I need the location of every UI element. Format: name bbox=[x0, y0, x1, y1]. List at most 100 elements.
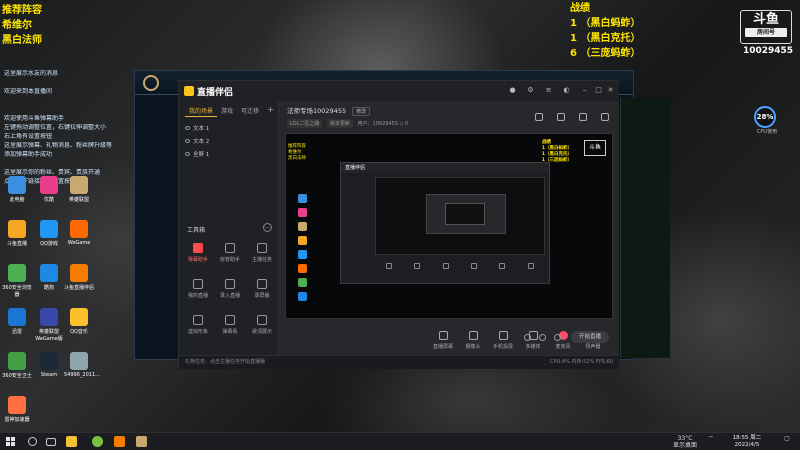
settings-icon[interactable]: ⚙ bbox=[527, 87, 534, 94]
desktop-icon-label: 优酷 bbox=[43, 197, 54, 203]
skin-icon[interactable]: ◐ bbox=[563, 87, 570, 94]
eye-icon[interactable] bbox=[185, 152, 190, 156]
search-icon[interactable] bbox=[28, 437, 37, 446]
share-icon[interactable] bbox=[557, 113, 565, 121]
video-icon[interactable] bbox=[524, 334, 531, 341]
desktop-icon[interactable]: 360安全卫士 bbox=[2, 352, 32, 379]
windows-start-icon[interactable] bbox=[6, 437, 15, 446]
gift-count: 0 bbox=[405, 121, 409, 127]
desktop-icon[interactable]: 英雄联盟WeGame版 bbox=[34, 308, 64, 342]
desktop-icon[interactable]: 雷神加速器 bbox=[2, 396, 32, 423]
edit-room-button[interactable]: 修改 bbox=[352, 107, 371, 116]
gear-icon[interactable] bbox=[554, 334, 561, 341]
cpu-usage-ring[interactable]: 28% bbox=[754, 106, 776, 128]
tools-icon[interactable] bbox=[601, 113, 609, 121]
maximize-icon[interactable]: □ bbox=[595, 87, 602, 94]
chat-line bbox=[4, 160, 132, 169]
close-icon[interactable]: ✕ bbox=[607, 87, 614, 94]
weather-temp: 33°C bbox=[677, 435, 693, 442]
tool-label: 歌词展示 bbox=[251, 329, 272, 335]
app-icon bbox=[40, 308, 58, 326]
toolbox-item[interactable]: 录入直播 bbox=[213, 279, 247, 299]
streaming-app-taskbar-icon[interactable] bbox=[114, 436, 125, 447]
phone-cast-button[interactable]: 手机投屏 bbox=[489, 331, 517, 350]
desktop-icon[interactable]: 迅雷 bbox=[2, 308, 32, 335]
app-logo-icon bbox=[184, 86, 194, 96]
start-live-button[interactable]: 开始直播 bbox=[571, 331, 609, 343]
extra-controls bbox=[524, 334, 561, 341]
lock-icon[interactable] bbox=[579, 113, 587, 121]
desktop-icon[interactable]: 360安全浏览器 bbox=[2, 264, 32, 298]
toolbox-item[interactable]: 我的直播 bbox=[181, 279, 215, 299]
chat-line: 这里展示弹幕、礼物消息、粉丝牌升级等 bbox=[4, 142, 113, 149]
record-icon[interactable] bbox=[535, 113, 543, 121]
lol-taskbar-icon[interactable] bbox=[136, 436, 147, 447]
toolbox-item[interactable]: 歌词展示 bbox=[245, 315, 279, 335]
preview-desktop-icons bbox=[288, 194, 316, 306]
category-chip[interactable]: LOL二区之路 bbox=[287, 119, 323, 128]
desktop-icon[interactable]: 英雄联盟 bbox=[64, 176, 94, 203]
notification-icon[interactable]: ▢ bbox=[780, 435, 794, 442]
desktop-icon[interactable]: 斗鱼直播伴侣 bbox=[64, 264, 94, 291]
weather-widget[interactable]: 33°C 显示桌面 bbox=[670, 435, 700, 449]
clock-time: 18:55 周二 bbox=[732, 435, 762, 441]
app-icon bbox=[8, 396, 26, 414]
nested-tool-icon bbox=[499, 263, 506, 269]
toolbox-item[interactable]: 录屏播 bbox=[245, 279, 279, 299]
app-icon bbox=[40, 352, 58, 370]
chat-line bbox=[4, 106, 132, 115]
douyu-logo-sub: 房间号 bbox=[745, 28, 787, 37]
desktop-icon[interactable]: 优酷 bbox=[34, 176, 64, 203]
desktop-icon[interactable]: 酷狗 bbox=[34, 264, 64, 291]
minimize-icon[interactable]: – bbox=[581, 87, 588, 94]
file-explorer-icon[interactable] bbox=[66, 436, 77, 447]
desktop-icon-label: WeGame bbox=[67, 240, 91, 246]
toolbox-item[interactable]: 弹幕看 bbox=[213, 315, 247, 335]
desktop-icon[interactable]: 54996_2011... bbox=[64, 352, 100, 378]
tool-icon bbox=[225, 315, 235, 325]
tool-icon bbox=[193, 279, 203, 289]
chat-line: 添加弹幕助手成功 bbox=[4, 151, 53, 158]
desktop-icon-label: 54996_2011... bbox=[64, 372, 100, 378]
preview-douyu-logo: 斗鱼 bbox=[584, 140, 606, 156]
live-preview[interactable]: 推荐阵容 希维尔 黑白法师 战绩 1（黑白蚂蚱） 1（黑白克托） 1（三庞蚂蚱）… bbox=[285, 133, 613, 319]
toolbox-item[interactable]: 虚拟形象 bbox=[181, 315, 215, 335]
app-icon bbox=[70, 352, 88, 370]
refresh-icon[interactable] bbox=[539, 334, 546, 341]
camera-source-button[interactable]: 摄像头 bbox=[459, 331, 487, 350]
more-icon[interactable]: … bbox=[263, 223, 272, 232]
browser-360-icon[interactable] bbox=[92, 436, 103, 447]
scene-item[interactable]: 全屏 1 bbox=[179, 149, 278, 162]
task-view-icon[interactable] bbox=[46, 438, 56, 446]
toolbox-item[interactable]: 主播任务 bbox=[245, 243, 279, 263]
desktop-icon[interactable]: QQ音乐 bbox=[64, 308, 94, 335]
monitor-icon bbox=[438, 331, 448, 340]
category-chip[interactable]: 版本更新 bbox=[326, 119, 353, 128]
scene-item[interactable]: 文本 1 bbox=[179, 123, 278, 136]
desktop-icon[interactable]: WeGame bbox=[64, 220, 94, 246]
avatar[interactable]: ● bbox=[509, 87, 516, 94]
streaming-app-window[interactable]: 直播伴侣 ● ⚙ ≡ ◐ – □ ✕ 我的场景 游戏 可迁移 + 文本 1 文本… bbox=[178, 80, 619, 369]
screen-source-button[interactable]: 直播屏幕 bbox=[429, 331, 457, 350]
desktop-icon-label: 此电脑 bbox=[9, 197, 25, 203]
desktop-icon[interactable]: 此电脑 bbox=[2, 176, 32, 203]
desktop-icon-label: 斗鱼直播伴侣 bbox=[64, 285, 95, 291]
add-scene-icon[interactable]: + bbox=[267, 105, 274, 114]
nested-tool-icon bbox=[527, 263, 534, 269]
desktop-icon[interactable]: Steam bbox=[34, 352, 64, 378]
tab-migrate[interactable]: 可迁移 bbox=[237, 101, 263, 117]
desktop-icon[interactable]: 斗鱼直播 bbox=[2, 220, 32, 247]
eye-icon[interactable] bbox=[185, 139, 190, 143]
toolbox-item[interactable]: 弹幕助手 bbox=[181, 243, 215, 263]
menu-icon[interactable]: ≡ bbox=[545, 87, 552, 94]
chat-line bbox=[4, 97, 132, 106]
network-icon[interactable]: ⌔ bbox=[704, 435, 718, 442]
toolbox-item[interactable]: 房管助手 bbox=[213, 243, 247, 263]
overlay-lineup-title: 推荐阵容 bbox=[2, 5, 42, 16]
scene-item[interactable]: 文本 2 bbox=[179, 136, 278, 149]
eye-icon[interactable] bbox=[185, 126, 190, 130]
desktop-icon[interactable]: QQ游戏 bbox=[34, 220, 64, 247]
tab-my-scenes[interactable]: 我的场景 bbox=[185, 101, 218, 117]
clock[interactable]: 18:55 周二 2022/4/5 bbox=[722, 435, 772, 449]
tab-game[interactable]: 游戏 bbox=[217, 101, 237, 117]
